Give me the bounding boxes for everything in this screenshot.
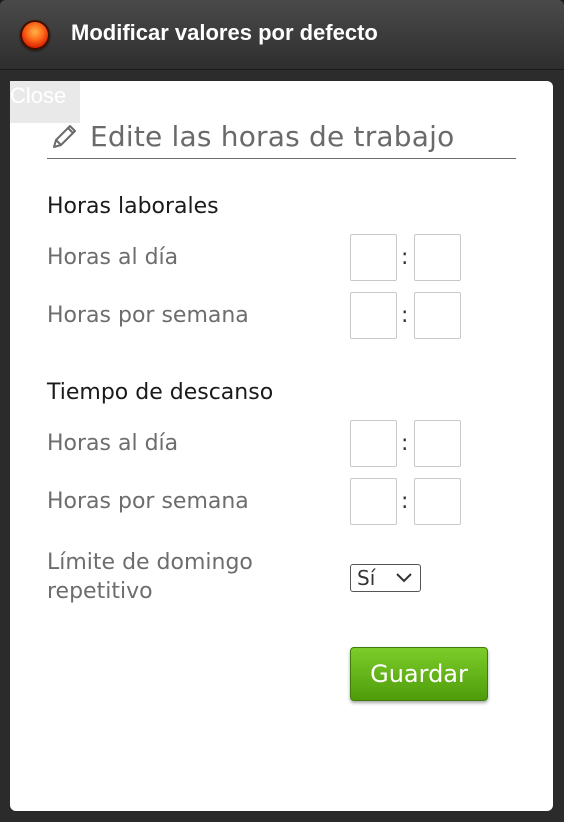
minutes-input[interactable] [414, 420, 461, 467]
hours-input[interactable] [350, 234, 397, 281]
row-label: Horas por semana [47, 489, 249, 514]
sunday-limit-label-line1: Límite de domingo [47, 550, 253, 575]
pencil-icon [53, 125, 76, 148]
section-title-tiempo-descanso: Tiempo de descanso [47, 380, 274, 405]
close-link[interactable]: Close [10, 81, 80, 123]
sunday-limit-select[interactable]: Sí [350, 564, 421, 592]
select-value: Sí [357, 566, 376, 590]
time-separator: : [401, 245, 409, 270]
time-separator: : [401, 431, 409, 456]
row-label: Horas al día [47, 245, 179, 270]
time-separator: : [401, 489, 409, 514]
dialog-window: Modificar valores por defecto Close Edit… [0, 0, 564, 822]
close-dot-icon[interactable] [20, 20, 50, 50]
form-heading: Edite las horas de trabajo [47, 118, 516, 159]
window-title: Modificar valores por defecto [71, 20, 378, 45]
hours-input[interactable] [350, 420, 397, 467]
sunday-limit-label-line2: repetitivo [47, 579, 153, 604]
section-title-horas-laborales: Horas laborales [47, 194, 219, 219]
row-label: Horas al día [47, 431, 179, 456]
hours-input[interactable] [350, 478, 397, 525]
minutes-input[interactable] [414, 478, 461, 525]
heading-text: Edite las horas de trabajo [90, 120, 455, 153]
save-button[interactable]: Guardar [350, 647, 488, 701]
time-separator: : [401, 303, 409, 328]
minutes-input[interactable] [414, 292, 461, 339]
hours-input[interactable] [350, 292, 397, 339]
chevron-down-icon [396, 573, 412, 583]
row-label: Horas por semana [47, 303, 249, 328]
title-bar[interactable]: Modificar valores por defecto [0, 0, 564, 70]
minutes-input[interactable] [414, 234, 461, 281]
